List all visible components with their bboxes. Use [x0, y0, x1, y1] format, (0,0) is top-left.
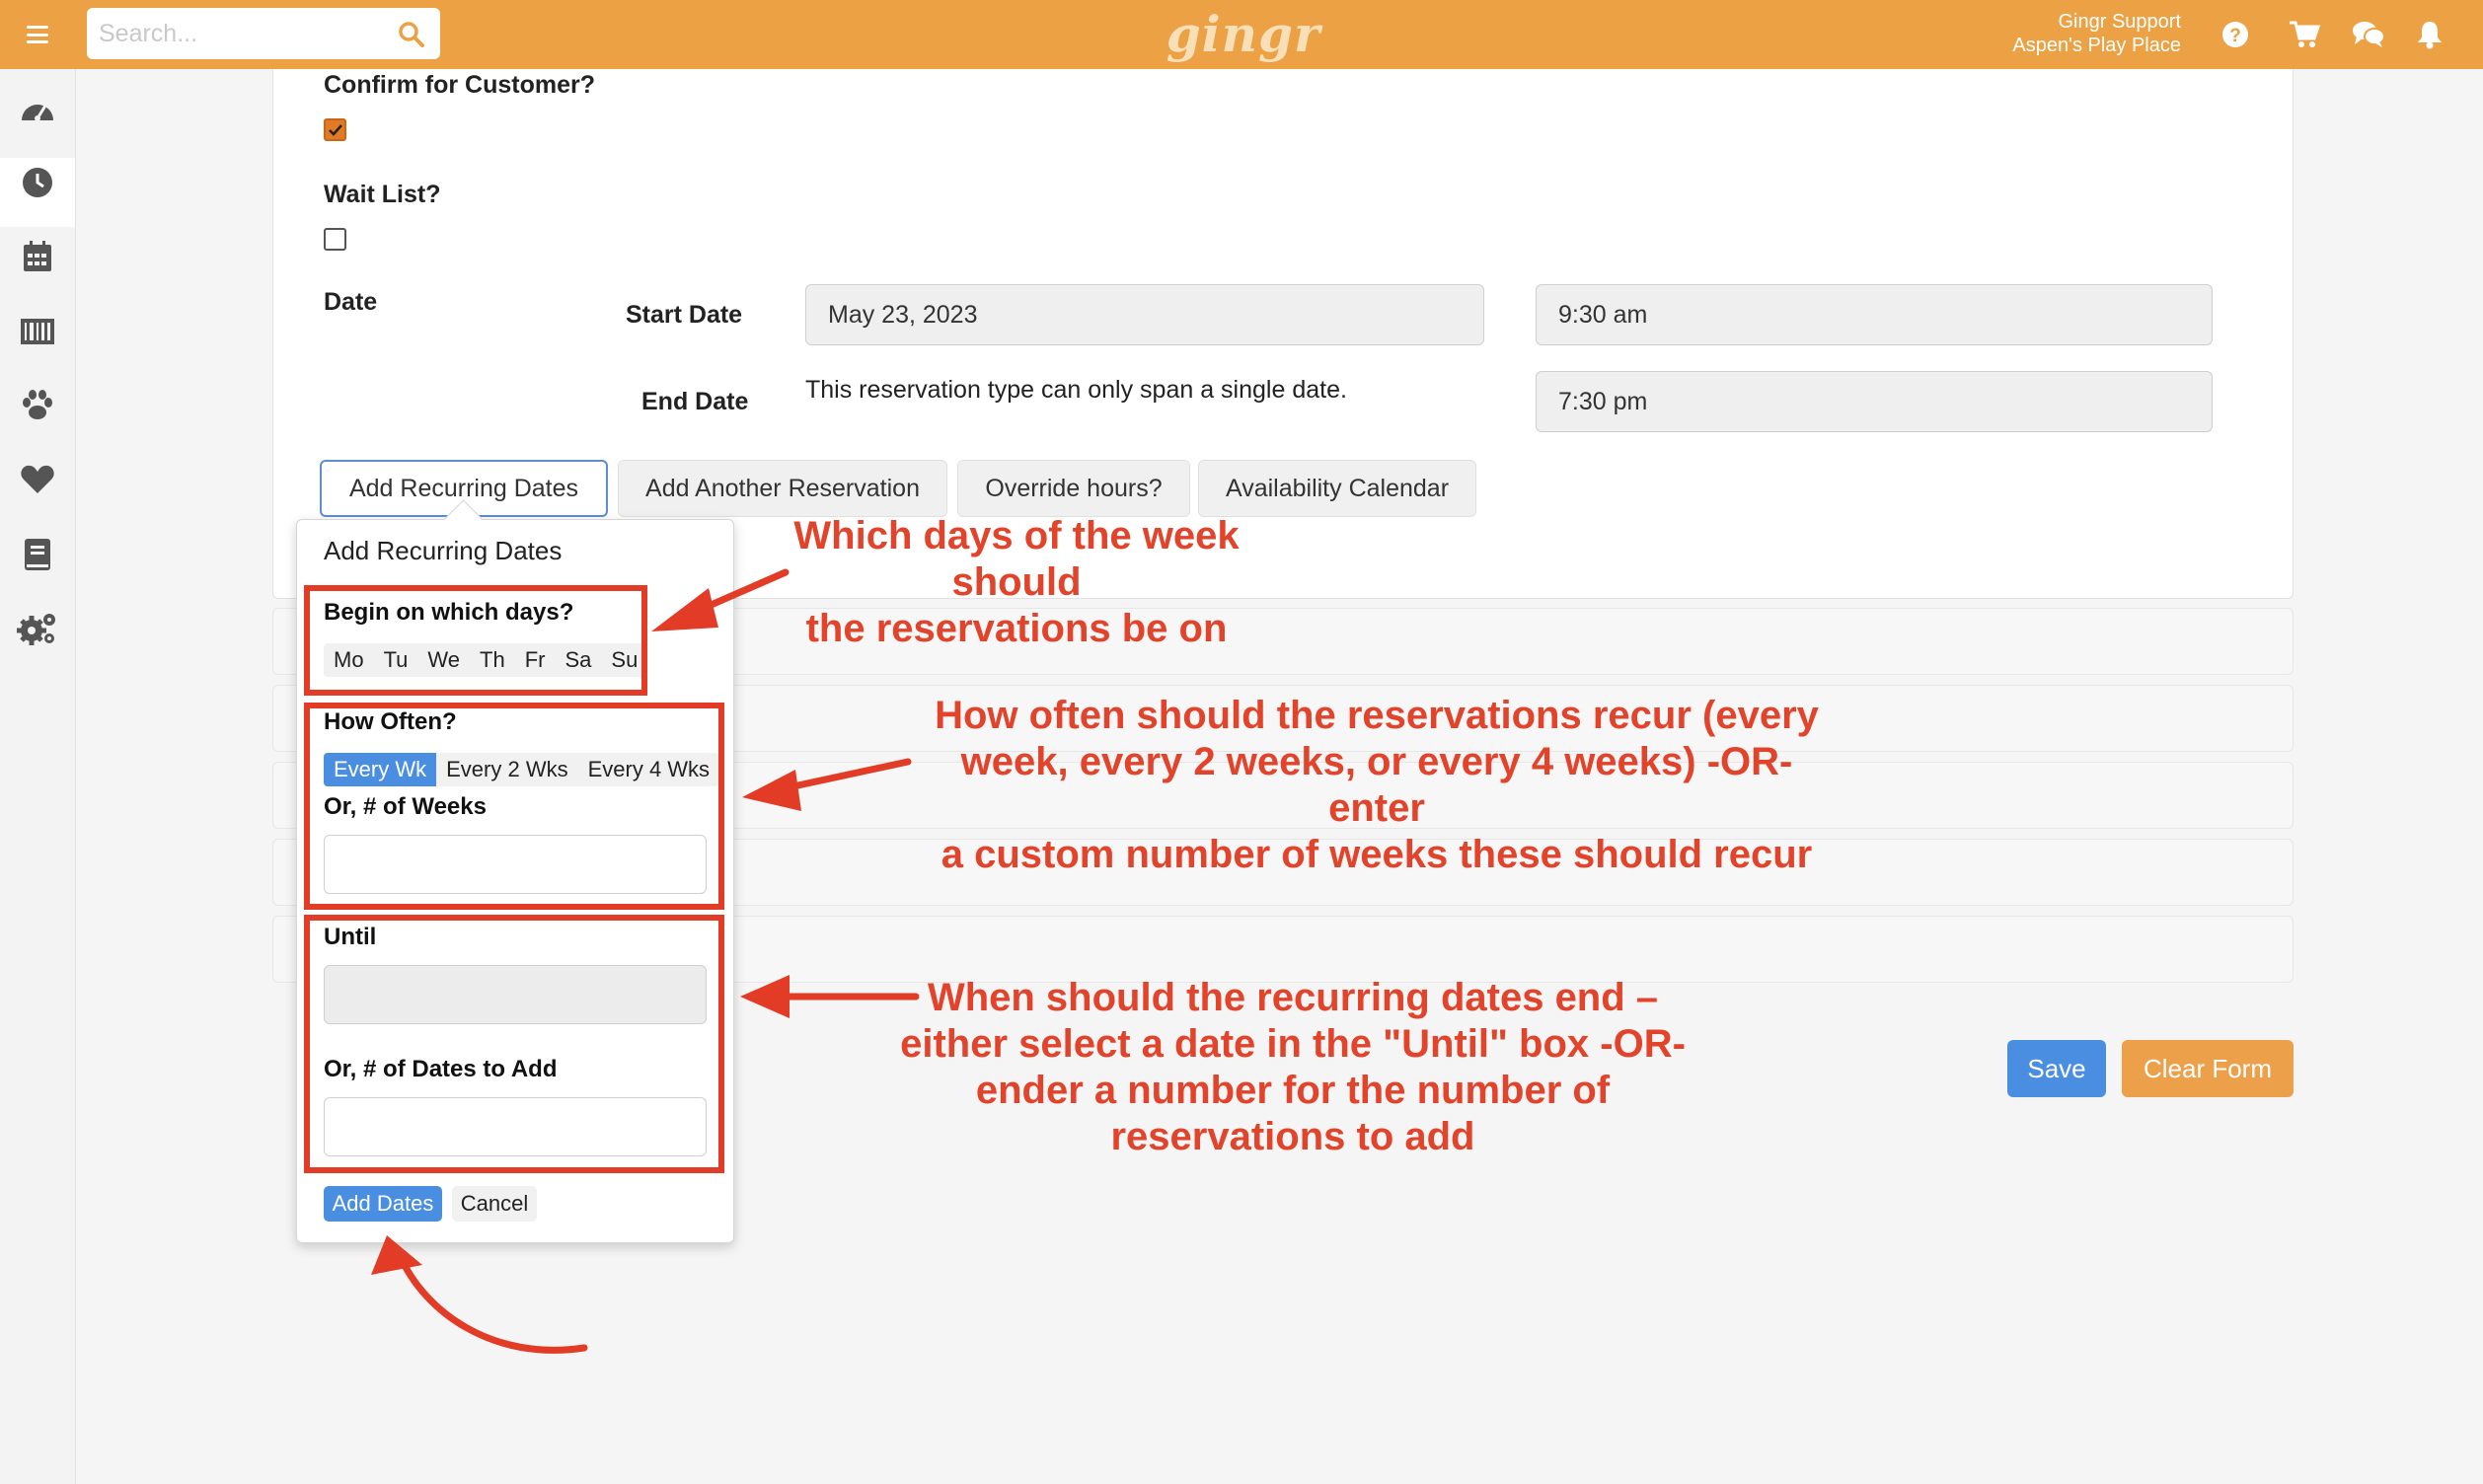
arrow-head [742, 770, 801, 811]
annotation-end-text: When should the recurring dates end – ei… [849, 975, 1737, 1160]
annotation-line: How often should the reservations recur … [935, 694, 1819, 737]
save-button[interactable]: Save [2007, 1040, 2106, 1097]
arrow-add-dates [396, 1251, 588, 1354]
annotation-line: either select a date in the "Until" box … [900, 1022, 1686, 1066]
arrow-head [651, 588, 718, 631]
arrow-head [371, 1235, 422, 1275]
clear-form-button[interactable]: Clear Form [2122, 1040, 2294, 1097]
arrow-head [740, 975, 790, 1018]
arrow-frequency [776, 758, 912, 793]
annotation-line: When should the recurring dates end – [927, 976, 1659, 1019]
annotation-line: ender a number for the number of [975, 1069, 1611, 1112]
annotation-line: week, every 2 weeks, or every 4 weeks) -… [960, 740, 1793, 830]
annotation-line: a custom number of weeks these should re… [941, 833, 1813, 876]
annotation-line: reservations to add [1110, 1115, 1475, 1158]
annotation-line: Which days of the week should [793, 514, 1240, 604]
annotation-days-text: Which days of the week should the reserv… [730, 513, 1303, 652]
annotation-line: the reservations be on [805, 607, 1228, 650]
annotation-frequency-text: How often should the reservations recur … [908, 693, 1845, 878]
